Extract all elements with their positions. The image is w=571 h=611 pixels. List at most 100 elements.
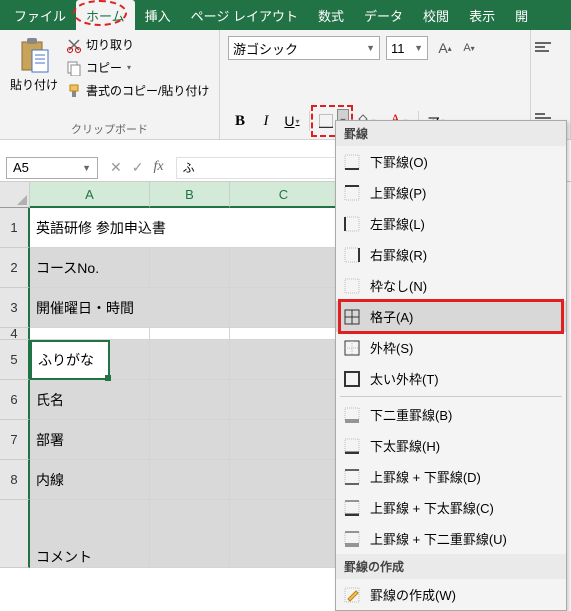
border-top-item[interactable]: 上罫線(P): [336, 177, 566, 208]
name-box[interactable]: A5 ▼: [6, 157, 98, 179]
font-size-combo[interactable]: 11 ▼: [386, 36, 428, 60]
menu-file[interactable]: ファイル: [4, 0, 76, 31]
row-header[interactable]: 1: [0, 208, 30, 248]
border-none-icon: [344, 278, 360, 294]
cell-a9[interactable]: コメント: [30, 500, 150, 568]
border-top-thick-bottom-item[interactable]: 上罫線 + 下太罫線(C): [336, 492, 566, 523]
menu-section-header: 罫線の作成: [336, 554, 566, 579]
cell-b4[interactable]: [150, 328, 230, 340]
cell-a7[interactable]: 部署: [30, 420, 150, 460]
border-all-item[interactable]: 格子(A): [336, 301, 566, 332]
cell-a4[interactable]: [30, 328, 150, 340]
italic-button[interactable]: I: [254, 109, 278, 133]
menu-dev[interactable]: 開: [505, 0, 538, 31]
confirm-edit-icon[interactable]: ✓: [132, 159, 144, 176]
row-header[interactable]: 4: [0, 328, 30, 340]
cell-c2[interactable]: [230, 248, 338, 288]
row-header[interactable]: 7: [0, 420, 30, 460]
cancel-edit-icon[interactable]: ✕: [110, 159, 122, 176]
border-top-bottom-item[interactable]: 上罫線 + 下罫線(D): [336, 461, 566, 492]
brush-icon: [66, 83, 82, 99]
col-header[interactable]: C: [230, 182, 338, 208]
row-header[interactable]: 8: [0, 460, 30, 500]
col-header[interactable]: A: [30, 182, 150, 208]
bold-button[interactable]: B: [228, 109, 252, 133]
cell-b2[interactable]: [150, 248, 230, 288]
border-icon: [319, 114, 333, 128]
chevron-down-icon: ▼: [414, 43, 423, 53]
menu-review[interactable]: 校閲: [413, 0, 459, 31]
clipboard-group: 貼り付け 切り取り コピー▾ 書式のコピー/貼り付け クリップボード: [0, 30, 220, 139]
border-button[interactable]: [315, 109, 337, 133]
row-header[interactable]: 6: [0, 380, 30, 420]
row-header[interactable]: [0, 500, 30, 568]
cell-a3[interactable]: 開催曜日・時間: [30, 288, 230, 328]
cell-c8[interactable]: [230, 460, 338, 500]
border-top-thick-bottom-icon: [344, 500, 360, 516]
clipboard-group-label: クリップボード: [6, 119, 213, 137]
cell-b9[interactable]: [150, 500, 230, 568]
cut-button[interactable]: 切り取り: [66, 36, 209, 53]
cell-b5[interactable]: [150, 340, 230, 380]
cell-a5[interactable]: [30, 340, 150, 380]
paste-button[interactable]: 貼り付け: [6, 34, 62, 116]
border-thick-outside-item[interactable]: 太い外枠(T): [336, 363, 566, 394]
row-header[interactable]: 3: [0, 288, 30, 328]
border-none-item[interactable]: 枠なし(N): [336, 270, 566, 301]
border-top-double-bottom-icon: [344, 531, 360, 547]
border-bottom-double-item[interactable]: 下二重罫線(B): [336, 399, 566, 430]
copy-icon: [66, 60, 82, 76]
select-all-button[interactable]: [0, 182, 30, 208]
chevron-down-icon: ▾: [127, 63, 131, 72]
cell-c3[interactable]: [230, 288, 338, 328]
cell-c4[interactable]: [230, 328, 338, 340]
cell-b7[interactable]: [150, 420, 230, 460]
cell-b8[interactable]: [150, 460, 230, 500]
cell-a6[interactable]: 氏名: [30, 380, 150, 420]
chevron-down-icon: ▾: [296, 117, 300, 126]
border-bottom-item[interactable]: 下罫線(O): [336, 146, 566, 177]
border-left-item[interactable]: 左罫線(L): [336, 208, 566, 239]
border-right-icon: [344, 247, 360, 263]
menu-section-header: 罫線: [336, 121, 566, 146]
cell-a2[interactable]: コースNo.: [30, 248, 150, 288]
border-top-icon: [344, 185, 360, 201]
menu-bar: ファイル ホーム 挿入 ページ レイアウト 数式 データ 校閲 表示 開: [0, 0, 571, 30]
copy-button[interactable]: コピー▾: [66, 59, 209, 76]
fx-icon[interactable]: fx: [153, 159, 163, 176]
cell-a8[interactable]: 内線: [30, 460, 150, 500]
border-outside-item[interactable]: 外枠(S): [336, 332, 566, 363]
border-top-double-bottom-item[interactable]: 上罫線 + 下二重罫線(U): [336, 523, 566, 554]
format-painter-button[interactable]: 書式のコピー/貼り付け: [66, 82, 209, 99]
border-outside-icon: [344, 340, 360, 356]
menu-page-layout[interactable]: ページ レイアウト: [181, 0, 308, 31]
underline-button[interactable]: U▾: [280, 109, 304, 133]
decrease-font-button[interactable]: A▾: [458, 37, 480, 59]
border-bottom-thick-item[interactable]: 下太罫線(H): [336, 430, 566, 461]
align-top-button[interactable]: [535, 36, 559, 58]
cut-icon: [66, 37, 82, 53]
menu-home[interactable]: ホーム: [76, 0, 135, 31]
chevron-down-icon: ▼: [82, 163, 91, 173]
cell-a1[interactable]: 英語研修 参加申込書: [30, 208, 338, 248]
border-left-icon: [344, 216, 360, 232]
col-header[interactable]: B: [150, 182, 230, 208]
menu-data[interactable]: データ: [354, 0, 413, 31]
cell-c7[interactable]: [230, 420, 338, 460]
menu-view[interactable]: 表示: [459, 0, 505, 31]
row-header[interactable]: 5: [0, 340, 30, 380]
separator: [309, 111, 310, 131]
paste-label: 貼り付け: [10, 76, 58, 93]
cell-b6[interactable]: [150, 380, 230, 420]
cell-c6[interactable]: [230, 380, 338, 420]
menu-insert[interactable]: 挿入: [135, 0, 181, 31]
draw-border-item[interactable]: 罫線の作成(W): [336, 579, 566, 610]
cell-c9[interactable]: [230, 500, 338, 568]
row-header[interactable]: 2: [0, 248, 30, 288]
border-right-item[interactable]: 右罫線(R): [336, 239, 566, 270]
font-name-combo[interactable]: 游ゴシック ▼: [228, 36, 380, 60]
menu-formulas[interactable]: 数式: [308, 0, 354, 31]
border-bottom-icon: [344, 154, 360, 170]
cell-c5[interactable]: [230, 340, 338, 380]
increase-font-button[interactable]: A▴: [434, 37, 456, 59]
